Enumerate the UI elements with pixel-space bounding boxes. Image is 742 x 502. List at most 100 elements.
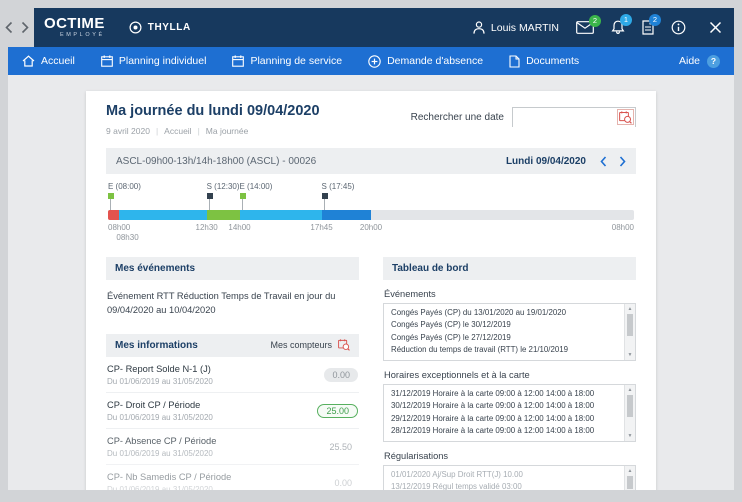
nav-label: Demande d'absence	[387, 55, 483, 67]
scrollbar[interactable]: ▲▼	[624, 466, 635, 490]
timeline-segment	[322, 210, 371, 220]
tick-label: 14h00	[228, 223, 250, 232]
nav-accueil[interactable]: Accueil	[22, 55, 75, 67]
timeline-marker-entry: E (14:00)	[240, 182, 273, 210]
day-label: Lundi 09/04/2020	[506, 156, 586, 167]
calendar-search-button[interactable]	[617, 109, 634, 125]
scrollbar[interactable]: ▲▼	[624, 304, 635, 360]
notifications-button[interactable]: 1	[611, 20, 625, 35]
list-item: 29/12/2019 Horaire à la carte 09:00 à 12…	[391, 413, 619, 425]
site-name: THYLLA	[148, 22, 191, 33]
list-item: Congés Payés (CP) le 30/12/2019	[391, 319, 619, 331]
document-icon	[509, 55, 520, 68]
chevron-left-icon	[5, 21, 13, 34]
question-badge-icon: ?	[707, 55, 720, 68]
counter-row: CP- Absence CP / Période Du 01/06/2019 a…	[106, 429, 359, 465]
page-title: Ma journée du lundi 09/04/2020	[106, 103, 320, 119]
exit-flag-icon	[207, 193, 213, 199]
nav-planning-de-service[interactable]: Planning de service	[232, 55, 342, 67]
info-button[interactable]	[671, 20, 686, 35]
logo-subtext: EMPLOYÉ	[60, 33, 105, 39]
nav-label: Planning de service	[250, 55, 342, 67]
app-logo: OCTIME EMPLOYÉ	[44, 16, 105, 39]
nav-label: Planning individuel	[119, 55, 207, 67]
timeline-segment	[207, 210, 240, 220]
list-item: Réduction du temps de travail (RTT) le 2…	[391, 344, 619, 356]
nav-demande-absence[interactable]: Demande d'absence	[368, 55, 483, 68]
list-item: 28/12/2019 Horaire à la carte 09:00 à 12…	[391, 425, 619, 437]
breadcrumb-date: 9 avril 2020	[106, 126, 164, 136]
documents-button[interactable]: 2	[642, 20, 654, 35]
nav-documents[interactable]: Documents	[509, 55, 579, 68]
timeline-marker-exit: S (17:45)	[322, 182, 355, 210]
counter-value: 0.00	[324, 368, 358, 382]
date-search: Rechercher une date	[411, 107, 636, 127]
site-selector[interactable]: THYLLA	[129, 21, 191, 34]
main-nav: Accueil Planning individuel Planning de …	[8, 47, 734, 75]
plus-circle-icon	[368, 55, 381, 68]
tick-label: 20h00	[360, 223, 382, 232]
calendar-search-icon	[338, 339, 350, 351]
timeline-segment	[108, 210, 119, 220]
my-day-card: Ma journée du lundi 09/04/2020 9 avril 2…	[86, 91, 656, 490]
informations-section-header: Mes informations Mes compteurs	[106, 334, 359, 357]
chevron-right-icon	[21, 21, 29, 34]
breadcrumb-accueil[interactable]: Accueil	[164, 126, 206, 136]
shift-label: ASCL-09h00-13h/14h-18h00 (ASCL) - 00026	[116, 156, 316, 167]
back-button[interactable]	[5, 21, 13, 34]
list-item: 13/12/2019 Régul temps validé 03:00	[391, 481, 619, 490]
chevron-right-icon	[619, 156, 626, 167]
home-icon	[22, 55, 35, 67]
nav-label: Accueil	[41, 55, 75, 67]
counter-row: CP- Report Solde N-1 (J) Du 01/06/2019 a…	[106, 357, 359, 393]
counters-list: CP- Report Solde N-1 (J) Du 01/06/2019 a…	[106, 357, 359, 490]
dashboard-horaires-list[interactable]: 31/12/2019 Horaire à la carte 09:00 à 12…	[383, 384, 636, 442]
messages-badge: 2	[589, 15, 601, 27]
info-icon	[671, 20, 686, 35]
documents-badge: 2	[649, 14, 661, 26]
notifications-badge: 1	[620, 14, 632, 26]
events-section-header: Mes événements	[106, 257, 359, 280]
tick-label: 08h30	[116, 233, 138, 242]
help-button[interactable]: Aide ?	[679, 55, 720, 68]
dashboard-events-list[interactable]: Congés Payés (CP) du 13/01/2020 au 19/01…	[383, 303, 636, 361]
timeline-marker-exit: S (12:30)	[207, 182, 240, 210]
dashboard-regularisations-list[interactable]: 01/01/2020 Aj/Sup Droit RTT(J) 10.00 13/…	[383, 465, 636, 490]
scrollbar[interactable]: ▲▼	[624, 385, 635, 441]
forward-button[interactable]	[21, 21, 29, 34]
list-item: Congés Payés (CP) du 13/01/2020 au 19/01…	[391, 307, 619, 319]
dashboard-section-header: Tableau de bord	[383, 257, 636, 280]
counter-value: 25.50	[329, 442, 358, 452]
counter-value: 0.00	[334, 478, 358, 488]
close-button[interactable]	[709, 21, 722, 34]
mes-compteurs-link[interactable]: Mes compteurs	[270, 339, 350, 351]
messages-button[interactable]: 2	[576, 21, 594, 34]
timeline-bar	[108, 210, 634, 220]
dashboard-events-label: Événements	[384, 289, 635, 299]
right-column: Tableau de bord Événements Congés Payés …	[383, 257, 636, 490]
next-day-button[interactable]	[619, 156, 626, 167]
content-area: Ma journée du lundi 09/04/2020 9 avril 2…	[8, 75, 734, 490]
timeline-segment	[119, 210, 207, 220]
previous-day-button[interactable]	[600, 156, 607, 167]
calendar-icon	[101, 55, 113, 67]
entry-flag-icon	[240, 193, 246, 199]
site-icon	[129, 21, 142, 34]
search-label: Rechercher une date	[411, 112, 504, 123]
frame-nav	[0, 8, 34, 47]
counter-row: CP- Droit CP / Période Du 01/06/2019 au …	[106, 393, 359, 429]
close-icon	[709, 21, 722, 34]
tick-label: 08h00	[612, 223, 634, 232]
list-item: 30/12/2019 Horaire à la carte 09:00 à 12…	[391, 400, 619, 412]
calendar-search-icon	[619, 111, 632, 124]
list-item: 01/01/2020 Aj/Sup Droit RTT(J) 10.00	[391, 469, 619, 481]
calendar-icon	[232, 55, 244, 67]
app-header: OCTIME EMPLOYÉ THYLLA Louis MARTIN 2	[34, 8, 734, 47]
timeline: E (08:00) S (12:30) E (14:00) S (17:45)	[108, 182, 634, 245]
user-menu[interactable]: Louis MARTIN	[473, 21, 559, 34]
event-text: Événement RTT Réduction Temps de Travail…	[107, 289, 358, 318]
help-label: Aide	[679, 55, 700, 67]
list-item: 31/12/2019 Horaire à la carte 09:00 à 12…	[391, 388, 619, 400]
nav-planning-individuel[interactable]: Planning individuel	[101, 55, 207, 67]
dashboard-regularisations-label: Régularisations	[384, 451, 635, 461]
